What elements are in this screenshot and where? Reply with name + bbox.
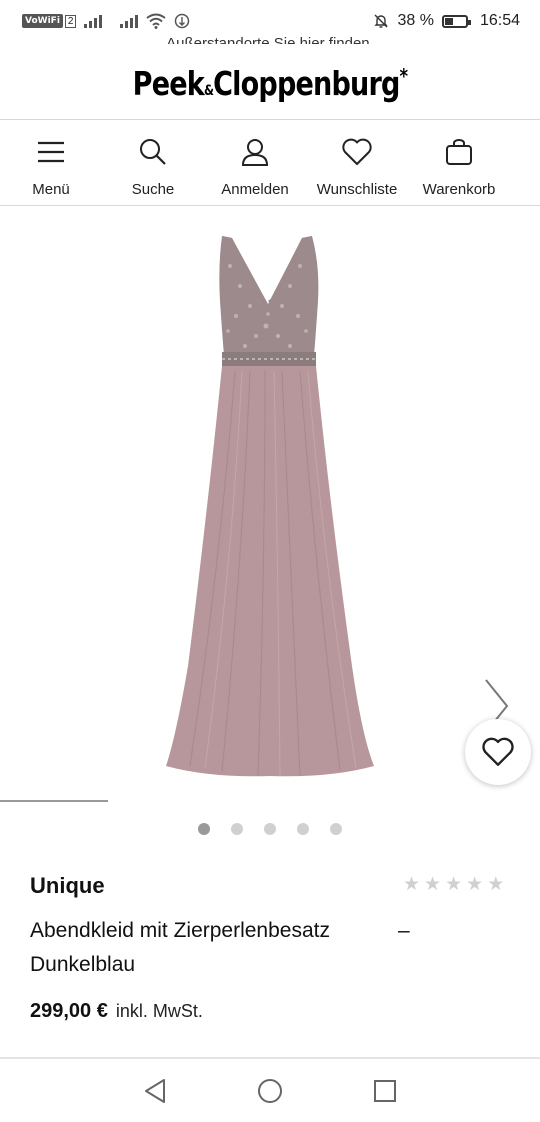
user-icon [241, 137, 269, 167]
star-icon: ★ [403, 874, 421, 895]
mute-bell-icon [374, 14, 389, 28]
pagination-dot-active[interactable] [198, 823, 210, 835]
logo-star: * [399, 64, 409, 88]
product-brand[interactable]: Unique [30, 873, 105, 899]
nav-search-label: Suche [131, 181, 175, 198]
product-name-dash: – [398, 919, 410, 942]
battery-percent: 38 % [397, 12, 434, 29]
store-finder-prefix: Außerstandorte Sie [166, 35, 296, 44]
heart-icon [482, 737, 514, 766]
tax-note: inkl. MwSt. [115, 1001, 203, 1021]
gallery-bottom-line [0, 800, 108, 802]
signal-icon [84, 14, 103, 28]
recents-icon[interactable] [373, 1079, 397, 1103]
pagination-dot[interactable] [297, 823, 309, 835]
wifi-icon [146, 13, 167, 29]
battery-icon [441, 14, 471, 28]
clock: 16:54 [479, 12, 520, 29]
status-left: VoWiFi 2 [22, 13, 190, 29]
product-gallery[interactable] [0, 206, 540, 806]
main-nav: Menü Suche Anmelden Wunschliste Warenkor… [0, 121, 540, 205]
sim-number: 2 [64, 14, 77, 28]
nav-cart-label: Warenkorb [422, 181, 496, 198]
hamburger-icon [37, 137, 65, 167]
star-icon: ★ [466, 874, 484, 895]
pagination-dot[interactable] [330, 823, 342, 835]
nav-menu[interactable]: Menü [0, 121, 102, 205]
vowifi-badge: VoWiFi [22, 14, 63, 28]
pagination-dot[interactable] [231, 823, 243, 835]
nav-login-label: Anmelden [221, 181, 289, 198]
logo-ampersand: & [203, 83, 214, 99]
pagination-dot[interactable] [264, 823, 276, 835]
product-price: 299,00 € [30, 1000, 108, 1022]
signal-icon-2 [120, 14, 139, 28]
star-icon: ★ [487, 874, 505, 895]
dress-image [166, 236, 374, 777]
data-saver-icon [175, 13, 190, 29]
nav-cart[interactable]: Warenkorb [408, 121, 510, 205]
logo-part-peek: Peek [132, 64, 205, 103]
brand-logo[interactable]: Peek&Cloppenburg* [49, 64, 492, 103]
back-icon[interactable] [143, 1078, 167, 1104]
star-icon: ★ [445, 874, 463, 895]
price-row: 299,00 € inkl. MwSt. [30, 1000, 203, 1023]
header-divider [0, 119, 540, 120]
rating-stars[interactable]: ★ ★ ★ ★ ★ [403, 875, 504, 895]
search-icon [139, 137, 167, 167]
nav-login[interactable]: Anmelden [204, 121, 306, 205]
status-right: 38 % 16:54 [373, 12, 520, 30]
product-name-line2: Dunkelblau [30, 953, 136, 976]
store-finder-text: Außerstandorte Sie hier finden. [0, 30, 540, 44]
heart-icon [341, 137, 373, 167]
store-finder-suffix: finden. [328, 35, 374, 44]
add-to-wishlist-button[interactable] [465, 719, 531, 785]
nav-wishlist[interactable]: Wunschliste [306, 121, 408, 205]
product-name-line1: Abendkleid mit Zierperlenbesatz [30, 919, 330, 942]
product-name: Abendkleid mit Zierperlenbesatz Dunkelbl… [30, 914, 390, 982]
bag-icon [445, 137, 473, 167]
nav-search[interactable]: Suche [102, 121, 204, 205]
system-nav-bar [0, 1059, 540, 1122]
store-finder-link[interactable]: hier [300, 35, 325, 44]
gallery-pagination [0, 823, 540, 835]
logo-part-cloppenburg: Cloppenburg [213, 64, 400, 103]
nav-wishlist-label: Wunschliste [316, 181, 398, 198]
nav-menu-label: Menü [32, 181, 70, 198]
home-icon[interactable] [257, 1078, 283, 1104]
star-icon: ★ [424, 874, 442, 895]
